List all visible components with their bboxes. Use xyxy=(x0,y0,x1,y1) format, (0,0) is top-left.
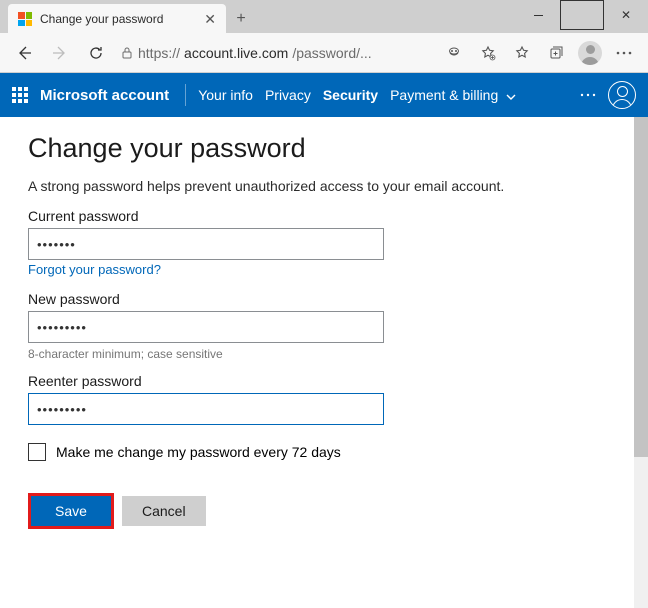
window-maximize-button[interactable] xyxy=(560,0,604,30)
page-title: Change your password xyxy=(28,133,620,164)
app-launcher-icon[interactable] xyxy=(12,87,28,103)
nav-payment[interactable]: Payment & billing xyxy=(390,87,516,103)
page-subtitle: A strong password helps prevent unauthor… xyxy=(28,178,620,194)
refresh-button[interactable] xyxy=(80,37,112,69)
inprivate-icon[interactable] xyxy=(438,37,470,69)
more-button[interactable] xyxy=(608,37,640,69)
cancel-button[interactable]: Cancel xyxy=(122,496,206,526)
header-more-icon[interactable] xyxy=(580,93,596,97)
add-favorite-icon[interactable] xyxy=(472,37,504,69)
url-host: account.live.com xyxy=(184,45,288,61)
password-hint: 8-character minimum; case sensitive xyxy=(28,347,620,361)
reenter-password-label: Reenter password xyxy=(28,373,620,389)
site-header: Microsoft account Your info Privacy Secu… xyxy=(0,73,648,117)
back-button[interactable] xyxy=(8,37,40,69)
brand-title[interactable]: Microsoft account xyxy=(40,87,169,104)
url-path: /password/... xyxy=(292,45,371,61)
nav-payment-label: Payment & billing xyxy=(390,87,498,103)
reenter-password-input[interactable]: ••••••••• xyxy=(28,393,384,425)
window-titlebar: Change your password ✕ + ✕ xyxy=(0,0,648,33)
forward-button[interactable] xyxy=(44,37,76,69)
current-password-input[interactable]: ••••••• xyxy=(28,228,384,260)
microsoft-favicon xyxy=(18,12,32,26)
browser-tab[interactable]: Change your password ✕ xyxy=(8,4,226,34)
lock-icon xyxy=(120,46,134,60)
page-content: Change your password A strong password h… xyxy=(0,117,648,545)
nav-privacy[interactable]: Privacy xyxy=(265,87,311,103)
highlight-box: Save xyxy=(28,493,114,529)
new-tab-button[interactable]: + xyxy=(226,4,256,34)
nav-your-info[interactable]: Your info xyxy=(198,87,253,103)
nav-security[interactable]: Security xyxy=(323,87,378,103)
scrollbar-thumb[interactable] xyxy=(634,117,648,457)
chevron-down-icon xyxy=(506,94,516,100)
window-minimize-button[interactable] xyxy=(516,0,560,30)
change-every-72-days-checkbox[interactable] xyxy=(28,443,46,461)
account-avatar[interactable] xyxy=(608,81,636,109)
avatar-icon xyxy=(578,41,602,65)
profile-button[interactable] xyxy=(574,37,606,69)
current-password-label: Current password xyxy=(28,208,620,224)
new-password-label: New password xyxy=(28,291,620,307)
browser-toolbar: https://account.live.com/password/... xyxy=(0,33,648,73)
close-tab-icon[interactable]: ✕ xyxy=(204,11,216,28)
divider xyxy=(185,84,186,106)
save-button[interactable]: Save xyxy=(31,496,111,526)
collections-icon[interactable] xyxy=(540,37,572,69)
scrollbar[interactable] xyxy=(634,117,648,608)
window-close-button[interactable]: ✕ xyxy=(604,0,648,30)
checkbox-label: Make me change my password every 72 days xyxy=(56,444,341,460)
favorites-icon[interactable] xyxy=(506,37,538,69)
tab-title: Change your password xyxy=(40,12,196,26)
forgot-password-link[interactable]: Forgot your password? xyxy=(28,262,161,277)
address-bar[interactable]: https://account.live.com/password/... xyxy=(116,45,434,61)
url-protocol: https:// xyxy=(138,45,180,61)
new-password-input[interactable]: ••••••••• xyxy=(28,311,384,343)
